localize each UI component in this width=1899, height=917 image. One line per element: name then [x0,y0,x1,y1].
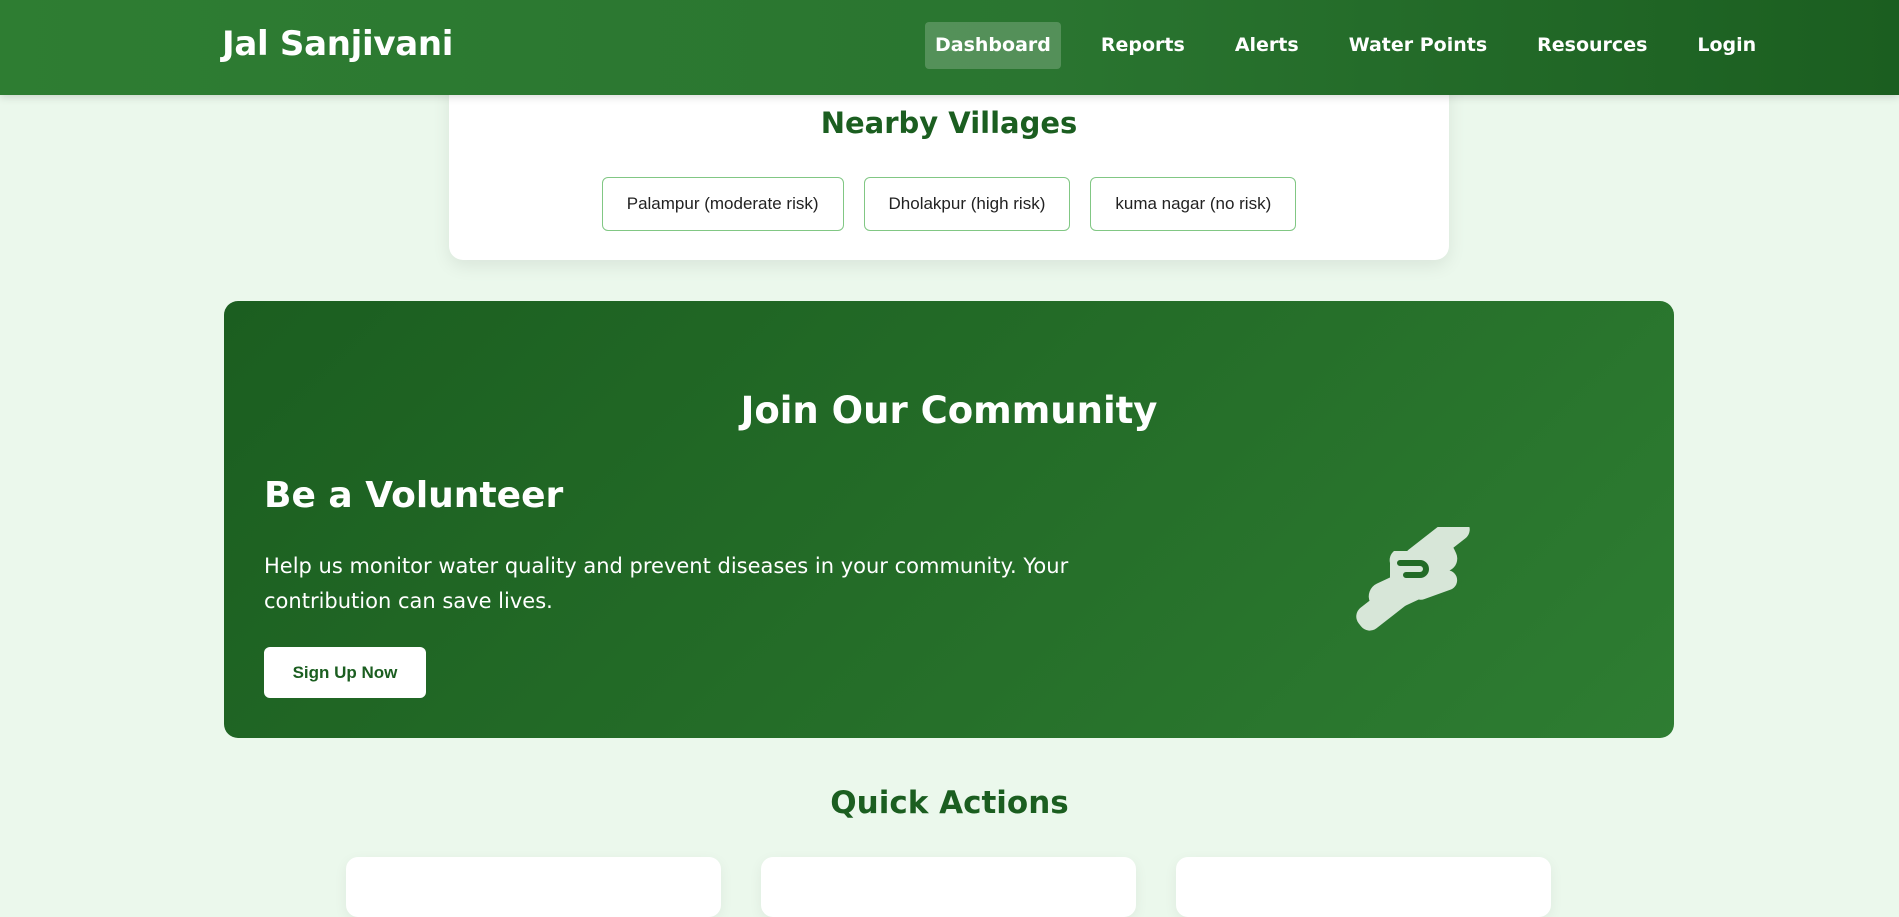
volunteer-description: Help us monitor water quality and preven… [264,554,1069,613]
brand-logo[interactable]: Jal Sanjivani [222,24,453,64]
nav-link-resources[interactable]: Resources [1527,22,1657,69]
sign-up-button[interactable]: Sign Up Now [264,647,426,698]
handshake-icon [1356,527,1470,631]
community-title: Join Our Community [740,389,1158,432]
village-chip-palampur[interactable]: Palampur (moderate risk) [601,177,844,231]
village-chip-dholakpur[interactable]: Dholakpur (high risk) [863,177,1071,231]
quick-action-card[interactable] [346,857,721,917]
nav-link-login[interactable]: Login [1687,22,1766,69]
quick-actions-title: Quick Actions [830,785,1069,821]
nav-link-water-points[interactable]: Water Points [1339,22,1497,69]
community-section: Join Our Community Be a Volunteer Help u… [224,301,1674,738]
quick-action-card[interactable] [761,857,1136,917]
nav-link-alerts[interactable]: Alerts [1225,22,1309,69]
nav-link-reports[interactable]: Reports [1091,22,1195,69]
quick-action-card[interactable] [1176,857,1551,917]
nearby-villages-card: Nearby Villages Palampur (moderate risk)… [449,80,1449,260]
nav-links: Dashboard Reports Alerts Water Points Re… [925,22,1794,69]
top-navbar: Jal Sanjivani Dashboard Reports Alerts W… [0,0,1899,95]
volunteer-title: Be a Volunteer [264,475,564,516]
nearby-villages-title: Nearby Villages [820,106,1078,140]
village-list: Palampur (moderate risk) Dholakpur (high… [449,177,1449,231]
nav-link-dashboard[interactable]: Dashboard [925,22,1061,69]
village-chip-kuma-nagar[interactable]: kuma nagar (no risk) [1090,177,1297,231]
